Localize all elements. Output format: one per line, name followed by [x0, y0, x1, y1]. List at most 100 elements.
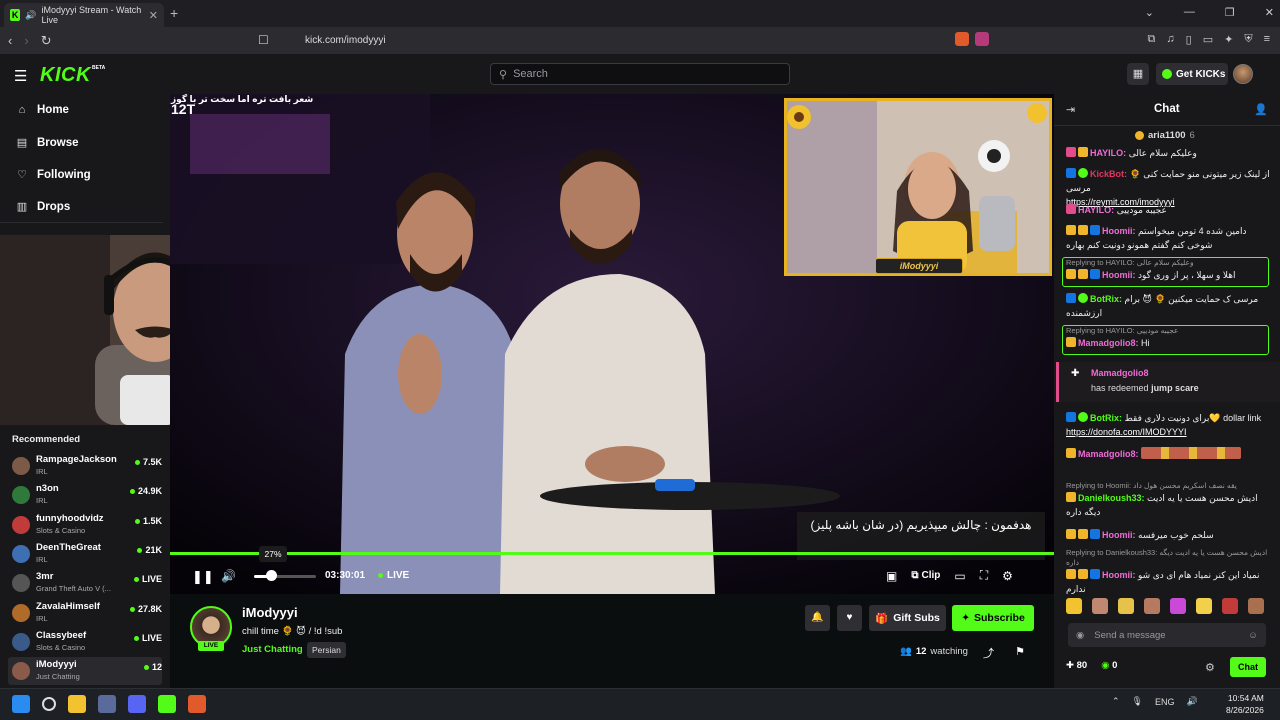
volume-knob[interactable] [266, 570, 277, 581]
chat-username[interactable]: KickBot: [1090, 169, 1127, 179]
notification-bell-icon[interactable]: 🔔 [805, 605, 830, 631]
theater-icon[interactable]: ▣ [886, 569, 897, 583]
pause-icon[interactable]: ❚❚ [192, 569, 214, 585]
nav-home[interactable]: ⌂ Home [16, 104, 69, 116]
clock[interactable]: 10:54 AM 8/26/2026 [1226, 692, 1264, 716]
wallet-icon[interactable]: ▭ [1203, 33, 1213, 46]
chat-message[interactable]: Hoomii: سلحم خوب میرفسه [1066, 528, 1272, 542]
tab-close-icon[interactable]: ✕ [149, 9, 158, 22]
get-kicks-button[interactable]: Get KICKs [1156, 63, 1228, 85]
chat-users-icon[interactable]: 👤 [1254, 103, 1268, 116]
recommended-item[interactable]: funnyhoodvidz Slots & Casino 1.5K [12, 513, 162, 539]
vpn-icon[interactable]: ⛨ [1244, 33, 1252, 46]
reply-context[interactable]: Replying to Hoomii: یقه نصف اسکریم محسن … [1066, 481, 1272, 491]
nav-browse[interactable]: ▤ Browse [16, 136, 79, 150]
gift-subs-button[interactable]: 🎁 Gift Subs [869, 605, 946, 631]
settings-gear-icon[interactable]: ⚙ [1002, 569, 1013, 583]
bookmark-icon[interactable]: ☐ [258, 33, 269, 47]
nav-drops[interactable]: ▥ Drops [16, 200, 70, 214]
kick-app-icon[interactable] [158, 695, 176, 713]
chat-username[interactable]: HAYILO: [1078, 205, 1114, 215]
chat-link[interactable]: https://donofa.com/IMODYYYI [1066, 427, 1187, 437]
chat-username[interactable]: Mamadgolio8: [1078, 449, 1139, 459]
tray-chevron-icon[interactable]: ⌃ [1112, 696, 1120, 707]
window-close-icon[interactable]: ✕ [1265, 6, 1274, 19]
recommended-item[interactable]: n3on IRL 24.9K [12, 483, 162, 509]
chat-username[interactable]: BotRix: [1090, 413, 1122, 423]
stream-category[interactable]: Just Chatting [242, 644, 303, 655]
mic-icon[interactable]: 🎙 [1132, 696, 1143, 707]
clip-button[interactable]: ⧉ Clip [911, 570, 940, 581]
chat-settings-icon[interactable]: ⚙ [1205, 661, 1215, 674]
chat-message[interactable]: Hoomii: دامین شده 4 تومن میخواستم شوخی ک… [1066, 224, 1272, 252]
extensions-icon[interactable]: ⧉ [1148, 33, 1156, 46]
media-icon[interactable]: ♫ [1166, 33, 1174, 46]
sidebar-icon[interactable]: ▯ [1186, 33, 1192, 46]
menu-icon[interactable]: ≡ [1264, 33, 1270, 46]
reply-context[interactable]: Replying to Danielkoush33: ادیش محسن هست… [1066, 548, 1272, 568]
emote-6-icon[interactable] [1196, 598, 1212, 614]
language-tag[interactable]: Persian [307, 642, 346, 658]
chat-message[interactable]: HAYILO: عجیبه مودییی [1066, 203, 1272, 217]
chat-message[interactable]: BotRix: مرسی ک حمایت میکنین 🌻 😈 برام ارز… [1066, 292, 1272, 320]
channel-name[interactable]: iModyyyi [242, 605, 298, 620]
chat-username[interactable]: Danielkoush33: [1078, 493, 1145, 503]
chat-username[interactable]: Mamadgolio8: [1078, 338, 1139, 348]
url-field[interactable]: kick.com/imodyyyi [280, 31, 990, 50]
fullscreen-icon[interactable]: ⛶ [980, 568, 988, 583]
report-icon[interactable]: ⚑ [1015, 645, 1025, 658]
nav-following[interactable]: ♡ Following [16, 168, 91, 182]
chat-message[interactable]: HAYILO: وعلیکم سلام عالی [1066, 146, 1272, 160]
chat-message[interactable]: Replying to Danielkoush33: ادیش محسن هست… [1066, 548, 1272, 596]
emote-1-icon[interactable] [1066, 598, 1082, 614]
top-gifter[interactable]: aria1100 6 [1135, 130, 1195, 141]
browser-tab[interactable]: K 🔊 iModyyyi Stream - Watch Live ✕ [4, 3, 164, 27]
channel-points[interactable]: ✚ 80 [1066, 660, 1087, 671]
chat-message[interactable]: Mamadgolio8: [1066, 447, 1272, 461]
emote-2-icon[interactable] [1092, 598, 1108, 614]
follow-heart-icon[interactable]: ♥ [837, 605, 862, 631]
reply-context[interactable]: Replying to HAYILO: عجیبه مودییی [1066, 326, 1272, 336]
chat-input[interactable]: ◉ Send a message ☺ [1068, 623, 1266, 647]
new-tab-icon[interactable]: + [170, 5, 178, 21]
rewards-icon[interactable] [975, 32, 989, 46]
emote-8-icon[interactable] [1248, 598, 1264, 614]
minimize-icon[interactable]: — [1184, 6, 1195, 19]
file-explorer-icon[interactable] [68, 695, 86, 713]
recommended-item[interactable]: Classybeef Slots & Casino LIVE [12, 630, 162, 656]
kicks-balance[interactable]: ◉ 0 [1101, 660, 1117, 671]
language-indicator[interactable]: ENG [1155, 697, 1175, 707]
chat-username[interactable]: Hoomii: [1102, 570, 1136, 580]
live-indicator[interactable]: LIVE [378, 570, 409, 581]
brave-icon[interactable] [188, 695, 206, 713]
emote-4-icon[interactable] [1144, 598, 1160, 614]
reply-context[interactable]: Replying to HAYILO: وعلیکم سلام عالی [1066, 258, 1272, 268]
user-avatar[interactable] [1233, 64, 1253, 84]
leo-icon[interactable]: ✦ [1224, 33, 1233, 46]
speaker-tray-icon[interactable]: 🔊 [1187, 696, 1198, 707]
kick-logo[interactable]: KICK [40, 64, 91, 87]
volume-icon[interactable]: 🔊 [221, 569, 236, 583]
collapse-chat-icon[interactable]: ⇥ [1066, 103, 1075, 116]
chat-username[interactable]: HAYILO: [1090, 148, 1126, 158]
emote-3-icon[interactable] [1118, 598, 1134, 614]
recommended-item[interactable]: DeenTheGreat IRL 21K [12, 542, 162, 568]
chat-username[interactable]: Hoomii: [1102, 226, 1136, 236]
chat-username[interactable]: Hoomii: [1102, 270, 1136, 280]
chat-username[interactable]: Hoomii: [1102, 530, 1136, 540]
chat-message[interactable]: Replying to HAYILO: عجیبه مودییی Mamadgol… [1066, 326, 1272, 350]
discord-icon[interactable] [128, 695, 146, 713]
chat-message[interactable]: BotRix: برای دونیت دلاری فقط💛 dollar lin… [1066, 411, 1272, 439]
chat-message[interactable]: Replying to Hoomii: یقه نصف اسکریم محسن … [1066, 481, 1272, 519]
emote-5-icon[interactable] [1170, 598, 1186, 614]
forward-icon[interactable]: › [24, 33, 28, 49]
dashboard-icon[interactable]: ▦ [1127, 63, 1149, 85]
taskbar-search-icon[interactable] [42, 697, 56, 711]
share-icon[interactable]: ⤴ [983, 645, 994, 661]
reload-icon[interactable]: ↻ [41, 33, 52, 49]
chat-send-button[interactable]: Chat [1230, 657, 1266, 677]
brave-shield-icon[interactable] [955, 32, 969, 46]
maximize-icon[interactable]: ❐ [1225, 6, 1235, 19]
recommended-item[interactable]: 3mr Grand Theft Auto V (... LIVE [12, 571, 162, 597]
redeem-user[interactable]: Mamadgolio8 [1091, 368, 1149, 378]
